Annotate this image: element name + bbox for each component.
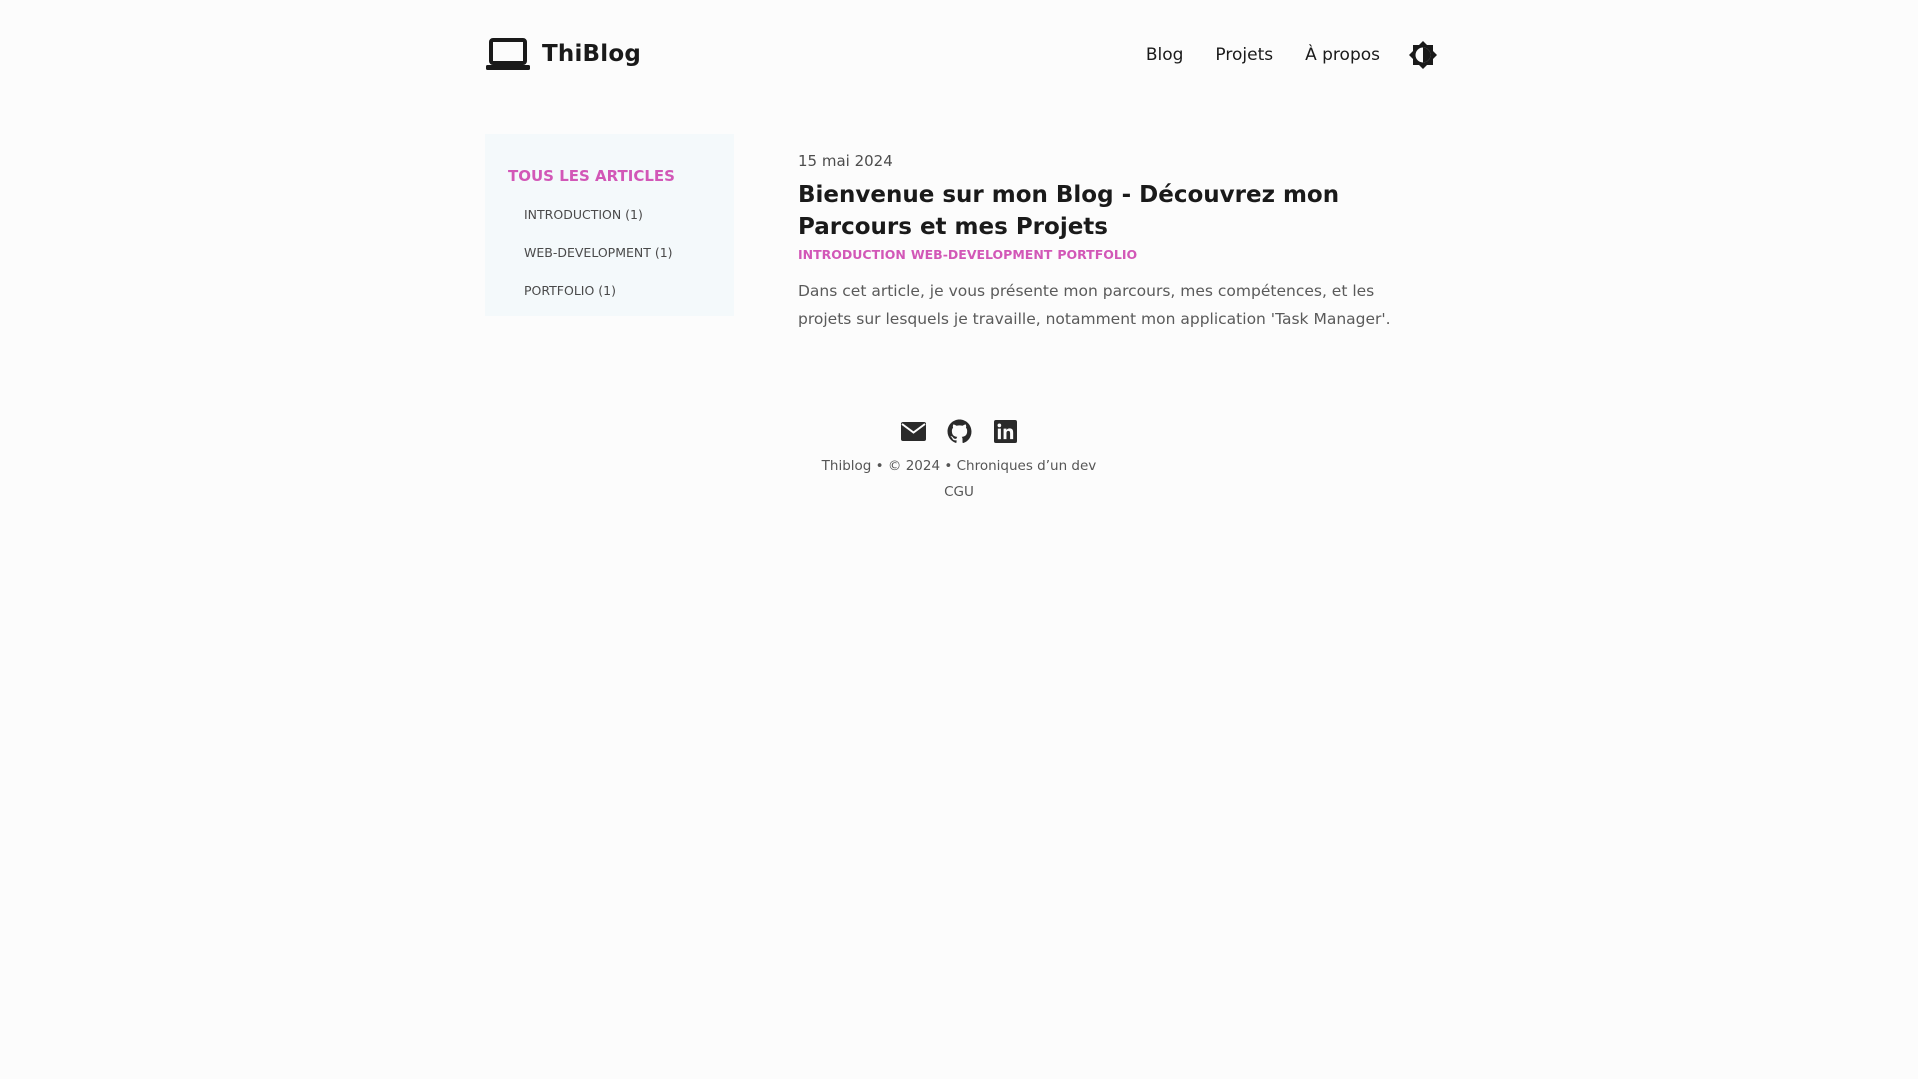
theme-toggle-button[interactable] [1408,40,1438,70]
site-logo-link[interactable]: ThiBlog [486,36,641,72]
post-tag-introduction[interactable]: INTRODUCTION [798,247,906,262]
envelope-icon [900,421,926,441]
post-summary: Dans cet article, je vous présente mon p… [798,282,1391,328]
footer: Thiblog • © 2024 • Chroniques d’un dev C… [0,418,1918,510]
post-tag-portfolio[interactable]: PORTFOLIO [1057,247,1137,262]
main-nav: Blog Projets À propos [1146,40,1438,70]
social-links [0,418,1918,444]
tag-link-introduction[interactable]: INTRODUCTION (1) [524,207,643,222]
tag-link-portfolio[interactable]: PORTFOLIO (1) [524,283,616,298]
tag-item: WEB-DEVELOPMENT (1) [524,242,734,261]
nav-projets[interactable]: Projets [1215,45,1273,65]
nav-a-propos[interactable]: À propos [1305,45,1380,65]
post-title-link[interactable]: Bienvenue sur mon Blog - Découvrez mon P… [798,182,1339,240]
nav-blog[interactable]: Blog [1146,45,1184,65]
github-icon [947,419,971,443]
email-link[interactable] [900,418,926,444]
footer-copyright: Thiblog • © 2024 • Chroniques d’un dev [821,458,1097,474]
tag-item: INTRODUCTION (1) [524,204,734,223]
cgu-link[interactable]: CGU [944,484,974,500]
github-link[interactable] [946,418,972,444]
footer-cgu-line: CGU [0,484,1918,500]
contrast-icon [1409,41,1437,69]
linkedin-link[interactable] [992,418,1018,444]
post-tag-web-development[interactable]: WEB-DEVELOPMENT [911,247,1052,262]
page: ThiBlog Blog Projets À propos TOUS LES A… [0,0,1918,1079]
tags-sidebar: TOUS LES ARTICLES INTRODUCTION (1) WEB-D… [485,134,734,316]
tag-link-web-development[interactable]: WEB-DEVELOPMENT (1) [524,245,673,260]
laptop-icon [486,38,530,70]
site-name: ThiBlog [542,41,642,67]
tag-list: INTRODUCTION (1) WEB-DEVELOPMENT (1) POR… [508,204,734,299]
all-articles-link[interactable]: TOUS LES ARTICLES [508,167,734,185]
tag-item: PORTFOLIO (1) [524,280,734,299]
post-tags: INTRODUCTION WEB-DEVELOPMENT PORTFOLIO [798,247,1438,262]
post-title[interactable]: Bienvenue sur mon Blog - Découvrez mon P… [798,179,1438,243]
post-card: 15 mai 2024 Bienvenue sur mon Blog - Déc… [798,152,1438,333]
post-date: 15 mai 2024 [798,152,893,170]
linkedin-icon [993,419,1017,443]
